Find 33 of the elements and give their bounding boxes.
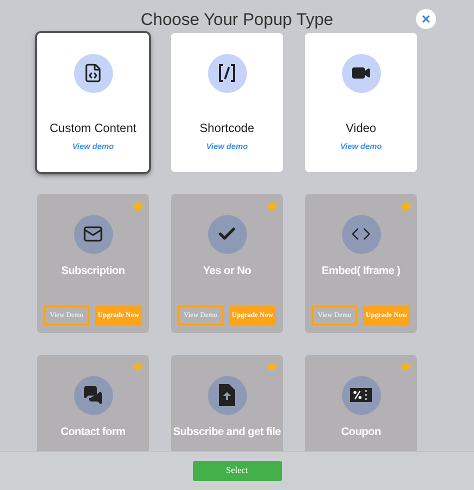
view-demo-link[interactable]: View demo [72, 140, 114, 152]
select-button[interactable]: Select [192, 461, 282, 481]
card-title: Embed( Iframe ) [322, 264, 400, 278]
coupon-icon [350, 388, 372, 402]
crown-icon [266, 200, 278, 212]
crown-icon [132, 360, 144, 372]
envelope-icon [83, 224, 103, 244]
shortcode-icon [217, 63, 237, 83]
popup-type-card[interactable]: Coupon [305, 354, 417, 451]
card-title: Coupon [341, 424, 381, 440]
card-title: Shortcode [200, 120, 254, 136]
file-upload-icon [219, 384, 235, 406]
chat-bubbles-icon [83, 385, 103, 405]
crown-icon [400, 360, 412, 372]
dialog-title: Choose Your Popup Type [140, 9, 334, 31]
popup-type-card[interactable]: Custom Content View demo [37, 32, 149, 172]
popup-type-card[interactable]: Contact form [37, 354, 149, 451]
card-title: Subscribe and get file [173, 424, 281, 440]
card-title: Yes or No [202, 264, 252, 278]
card-title: Subscription [61, 264, 125, 278]
view-demo-link[interactable]: View demo [340, 140, 382, 152]
popup-type-card[interactable]: Shortcode View demo [171, 32, 283, 172]
crown-icon [266, 360, 278, 372]
view-demo-link[interactable]: View demo [206, 140, 248, 152]
popup-type-card[interactable]: Subscribe and get file [171, 354, 283, 451]
crown-icon [132, 200, 144, 212]
card-title: Video [346, 120, 376, 136]
card-title: Contact form [60, 424, 126, 440]
card-title: Custom Content [50, 120, 136, 136]
popup-type-card[interactable]: Video View demo [305, 32, 417, 172]
close-button[interactable]: × [416, 9, 436, 29]
crown-icon [400, 200, 412, 212]
code-file-icon [83, 63, 103, 83]
